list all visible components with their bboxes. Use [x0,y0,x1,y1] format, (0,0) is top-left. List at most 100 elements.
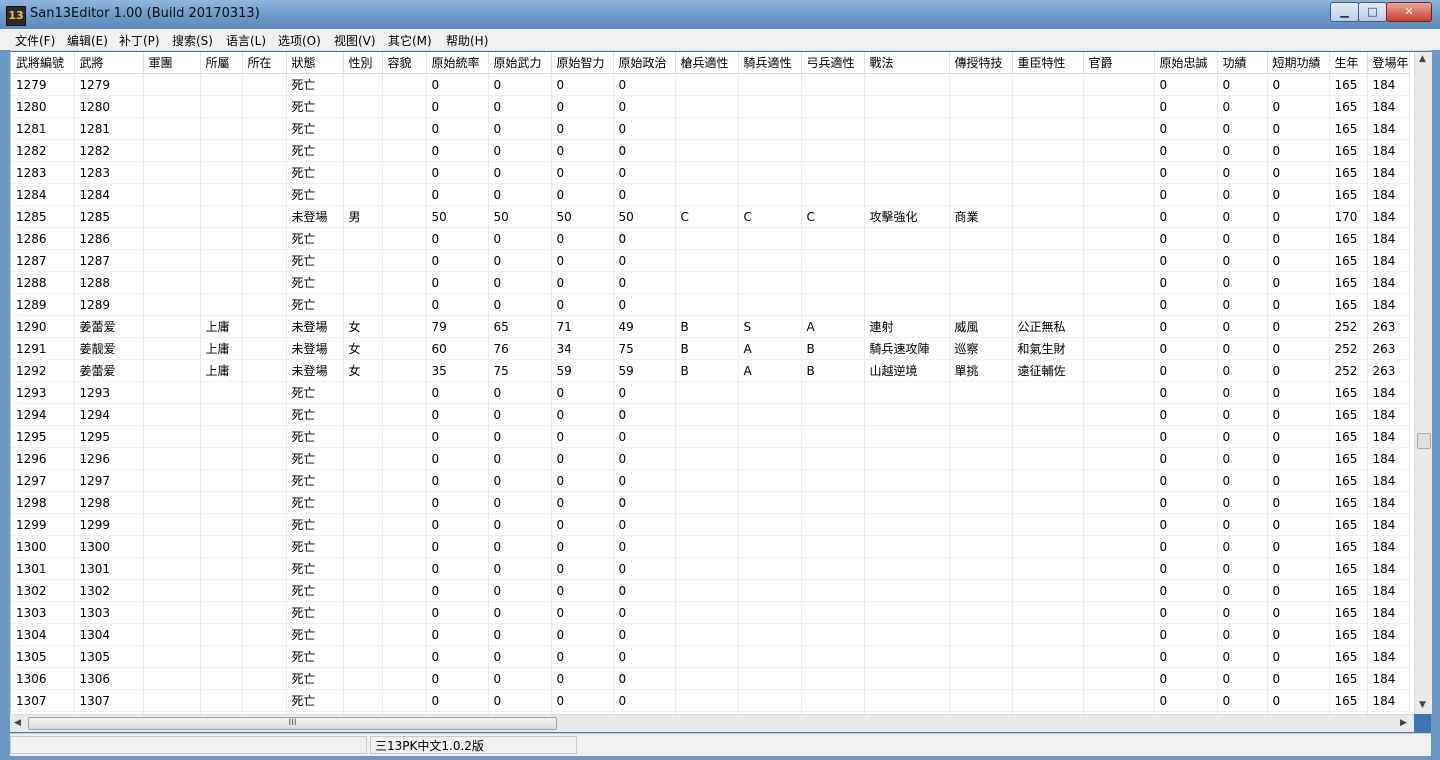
table-cell[interactable] [675,249,739,272]
table-cell[interactable] [143,293,201,316]
table-cell[interactable] [242,359,287,382]
table-cell[interactable]: 0 [426,491,489,514]
menu-language[interactable]: 语言(L) [226,32,266,49]
table-cell[interactable]: 165 [1329,249,1368,272]
table-cell[interactable]: 184 [1367,425,1410,448]
table-cell[interactable]: 死亡 [286,161,344,184]
table-cell[interactable]: 1285 [11,205,75,228]
table-cell[interactable]: 50 [551,205,614,228]
table-cell[interactable]: 0 [1154,117,1218,140]
table-cell[interactable]: 1305 [74,645,144,668]
table-cell[interactable] [864,667,950,690]
table-cell[interactable]: 0 [488,689,552,712]
table-cell[interactable] [675,667,739,690]
table-cell[interactable]: 1295 [74,425,144,448]
table-cell[interactable]: 0 [613,513,676,536]
table-cell[interactable]: 0 [1217,623,1268,646]
table-cell[interactable] [343,73,383,96]
table-cell[interactable]: 184 [1367,535,1410,558]
table-cell[interactable]: 0 [613,249,676,272]
table-cell[interactable]: 165 [1329,183,1368,206]
table-cell[interactable]: 184 [1367,469,1410,492]
table-cell[interactable] [1083,381,1155,404]
table-cell[interactable] [675,447,739,470]
table-cell[interactable]: 0 [1154,425,1218,448]
table-cell[interactable] [801,491,865,514]
table-cell[interactable] [1012,667,1084,690]
table-row[interactable]: 1289 1289 死亡 0 0 0 0 0 0 0 165 184 [11,293,1410,316]
table-cell[interactable]: 0 [551,227,614,250]
table-cell[interactable] [738,667,802,690]
table-cell[interactable]: 0 [426,381,489,404]
table-cell[interactable]: 1279 [11,73,75,96]
table-cell[interactable]: 184 [1367,227,1410,250]
table-cell[interactable]: 0 [551,381,614,404]
table-cell[interactable] [949,447,1013,470]
table-row[interactable]: 1286 1286 死亡 0 0 0 0 0 0 0 165 184 [11,227,1410,250]
table-cell[interactable] [801,293,865,316]
table-cell[interactable]: 59 [551,359,614,382]
table-cell[interactable]: 0 [613,689,676,712]
table-cell[interactable] [343,95,383,118]
table-cell[interactable]: 1306 [11,667,75,690]
table-cell[interactable] [382,447,427,470]
table-cell[interactable] [738,183,802,206]
table-cell[interactable] [242,579,287,602]
table-cell[interactable] [200,95,243,118]
table-cell[interactable] [738,293,802,316]
table-cell[interactable]: 1300 [74,535,144,558]
column-header[interactable]: 槍兵適性 [675,52,739,74]
table-cell[interactable]: A [738,359,802,382]
table-cell[interactable]: 1299 [11,513,75,536]
table-cell[interactable] [200,271,243,294]
table-row[interactable]: 1298 1298 死亡 0 0 0 0 0 0 0 165 184 [11,491,1410,514]
table-cell[interactable]: 0 [488,447,552,470]
table-cell[interactable] [864,579,950,602]
table-cell[interactable] [1012,491,1084,514]
menu-edit[interactable]: 编辑(E) [67,32,108,49]
table-cell[interactable] [801,689,865,712]
table-cell[interactable] [675,403,739,426]
table-cell[interactable]: 0 [426,535,489,558]
table-cell[interactable]: 死亡 [286,271,344,294]
table-row[interactable]: 1288 1288 死亡 0 0 0 0 0 0 0 165 184 [11,271,1410,294]
table-cell[interactable] [242,205,287,228]
table-cell[interactable]: 0 [1217,73,1268,96]
table-cell[interactable] [382,381,427,404]
table-cell[interactable] [949,689,1013,712]
table-cell[interactable]: 0 [1267,667,1330,690]
table-cell[interactable]: 姜蕾爱 [74,359,144,382]
table-cell[interactable] [343,535,383,558]
table-cell[interactable]: 1305 [11,645,75,668]
table-cell[interactable]: 252 [1329,337,1368,360]
table-cell[interactable] [200,139,243,162]
table-cell[interactable]: 0 [1154,645,1218,668]
table-cell[interactable]: 0 [613,491,676,514]
table-cell[interactable]: 0 [613,557,676,580]
table-cell[interactable]: 0 [613,469,676,492]
table-cell[interactable]: 165 [1329,447,1368,470]
table-cell[interactable]: 0 [1217,513,1268,536]
table-cell[interactable] [143,645,201,668]
table-cell[interactable] [949,73,1013,96]
table-cell[interactable] [801,271,865,294]
table-cell[interactable]: 0 [488,271,552,294]
table-cell[interactable]: 0 [551,469,614,492]
table-cell[interactable] [1083,183,1155,206]
table-cell[interactable] [801,161,865,184]
table-cell[interactable]: 1293 [11,381,75,404]
table-cell[interactable]: 0 [1267,73,1330,96]
table-cell[interactable]: 攻擊強化 [864,205,950,228]
table-row[interactable]: 1287 1287 死亡 0 0 0 0 0 0 0 165 184 [11,249,1410,272]
table-cell[interactable]: 0 [1267,183,1330,206]
table-cell[interactable]: 0 [551,73,614,96]
column-header[interactable]: 所屬 [200,52,243,74]
table-cell[interactable] [143,249,201,272]
table-cell[interactable]: 0 [426,249,489,272]
column-header[interactable]: 武將 [74,52,144,74]
table-cell[interactable] [801,425,865,448]
column-header[interactable]: 騎兵適性 [738,52,802,74]
table-cell[interactable] [1083,337,1155,360]
table-cell[interactable]: 0 [488,623,552,646]
table-cell[interactable]: 1281 [74,117,144,140]
